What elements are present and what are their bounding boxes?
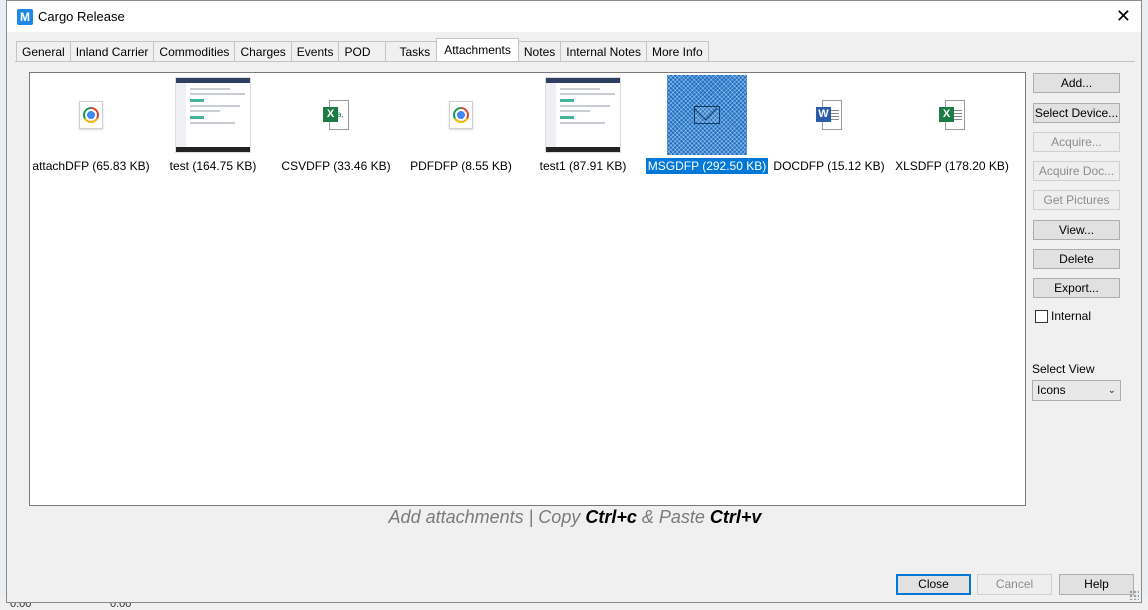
hint-shortcut: Ctrl+c [585,507,637,527]
attachment-item[interactable]: test (164.75 KB) [148,73,278,183]
attachment-item[interactable]: X XLSDFP (178.20 KB) [887,73,1017,183]
app-icon: M [17,9,33,25]
add-button[interactable]: Add... [1033,73,1120,93]
attachment-item[interactable]: a, X CSVDFP (33.46 KB) [271,73,401,183]
resize-grip[interactable] [1129,590,1139,600]
hint-text: & Paste [636,507,710,527]
cancel-button[interactable]: Cancel [977,574,1052,595]
attachment-label: test (164.75 KB) [169,159,257,173]
get-pictures-button[interactable]: Get Pictures [1033,190,1120,210]
help-button[interactable]: Help [1059,574,1134,595]
window-title: Cargo Release [38,9,125,24]
close-button[interactable]: Close [896,574,971,595]
select-view-value: Icons [1037,383,1066,397]
attachment-label: PDFDFP (8.55 KB) [410,159,512,173]
attachment-item[interactable]: attachDFP (65.83 KB) [26,73,156,183]
attachments-list[interactable]: attachDFP (65.83 KB) test (164.75 KB) a,… [29,72,1026,506]
attachment-label: attachDFP (65.83 KB) [32,159,150,173]
tab-more-info[interactable]: More Info [645,41,709,61]
export-button[interactable]: Export... [1033,278,1120,298]
attachment-item[interactable]: PDFDFP (8.55 KB) [396,73,526,183]
word-icon: W [791,77,867,153]
attachment-label: XLSDFP (178.20 KB) [895,159,1009,173]
delete-button[interactable]: Delete [1033,249,1120,269]
internal-checkbox-label: Internal [1051,309,1092,323]
acquire-doc-button[interactable]: Acquire Doc... [1033,161,1120,181]
attachment-item[interactable]: test1 (87.91 KB) [518,73,648,183]
tab-inland-carrier[interactable]: Inland Carrier [69,41,155,61]
view-button[interactable]: View... [1033,220,1120,240]
internal-checkbox-row[interactable]: Internal [1035,309,1091,323]
screenshot-thumbnail [175,77,251,153]
screenshot-thumbnail [545,77,621,153]
chrome-icon [53,77,129,153]
attachment-label: CSVDFP (33.46 KB) [281,159,391,173]
tab-general[interactable]: General [16,41,71,61]
envelope-icon [667,75,747,155]
attachment-label: test1 (87.91 KB) [539,159,627,173]
paste-hint: Add attachments | Copy Ctrl+c & Paste Ct… [7,507,1143,528]
title-bar: M Cargo Release ✕ [7,1,1141,32]
chrome-icon [423,77,499,153]
tab-events[interactable]: Events [290,41,340,61]
chevron-down-icon: ⌄ [1107,385,1116,396]
internal-checkbox[interactable] [1035,309,1048,323]
select-view-dropdown[interactable]: Icons ⌄ [1032,380,1121,401]
acquire-button[interactable]: Acquire... [1033,132,1120,152]
close-icon[interactable]: ✕ [1116,6,1131,26]
tab-pod[interactable]: POD [338,41,386,61]
tab-strip: General Inland Carrier Commodities Charg… [16,38,709,61]
tab-charges[interactable]: Charges [234,41,292,61]
tab-commodities[interactable]: Commodities [153,41,236,61]
tab-tasks[interactable]: Tasks [384,41,438,61]
attachment-item[interactable]: W DOCDFP (15.12 KB) [764,73,894,183]
tab-notes[interactable]: Notes [517,41,562,61]
select-view-label: Select View [1032,362,1095,376]
attachment-item[interactable]: MSGDFP (292.50 KB) [642,73,772,183]
hint-text: Add attachments | Copy [388,507,586,527]
tab-internal-notes[interactable]: Internal Notes [560,41,647,61]
attachment-label: DOCDFP (15.12 KB) [773,159,885,173]
excel-csv-icon: a, X [298,77,374,153]
attachment-label: MSGDFP (292.50 KB) [644,157,770,175]
tab-attachments[interactable]: Attachments [436,38,519,61]
cargo-release-dialog: M Cargo Release ✕ General Inland Carrier… [6,0,1142,603]
select-device-button[interactable]: Select Device... [1033,103,1120,123]
hint-shortcut: Ctrl+v [709,507,762,527]
excel-icon: X [914,77,990,153]
